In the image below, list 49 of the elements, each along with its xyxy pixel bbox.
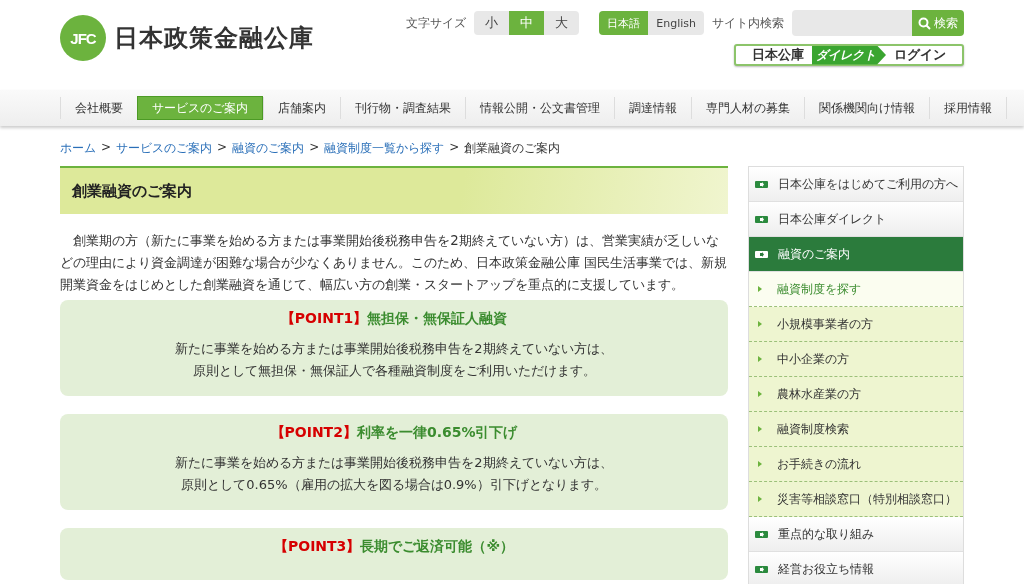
nav-tab[interactable]: 関係機関向け情報: [804, 97, 929, 119]
breadcrumb-separator: >: [449, 140, 460, 156]
intro-paragraph: 創業期の方（新たに事業を始める方または事業開始後税務申告を2期終えていない方）は、営業実績が乏しいなどの理由により資金調達が困難な場合が少なくありません。このため、日本政策金融公庫 国民生活事業では、新規開業資金をはじめとした創業融資を通じて、幅広い方の創業・スタートアップを重点的に支援しています。: [60, 232, 728, 294]
point-title: 【POINT3】長期でご返済可能（※）: [273, 538, 515, 556]
breadcrumb-separator: >: [101, 140, 112, 156]
sidebar-item[interactable]: 小規模事業者の方: [749, 307, 963, 342]
search-field[interactable]: [792, 10, 912, 36]
point-title: 【POINT1】無担保・無保証人融資: [279, 310, 509, 328]
breadcrumb-link[interactable]: 融資制度一覧から探す: [324, 140, 445, 157]
arrow-icon: [757, 391, 763, 397]
font-size-option[interactable]: 小: [474, 11, 510, 35]
point-text: 原則として0.65%（雇用の拡大を図る場合は0.9%）引下げとなります。: [180, 476, 608, 494]
arrow-icon: [757, 321, 763, 327]
arrow-icon: [757, 496, 763, 502]
sidebar-item[interactable]: 融資制度検索: [749, 412, 963, 447]
arrow-icon: [757, 461, 763, 467]
search-icon: [918, 16, 931, 30]
sidebar-item[interactable]: 融資のご案内: [749, 237, 963, 272]
logo-name[interactable]: 日本政策金融公庫: [114, 22, 314, 54]
breadcrumb-link[interactable]: 融資のご案内: [232, 140, 305, 157]
arrow-icon: [757, 286, 763, 292]
sidebar-item[interactable]: 農林水産業の方: [749, 377, 963, 412]
point-text: 新たに事業を始める方または事業開始後税務申告を2期終えていない方は、: [174, 454, 614, 472]
page-title: 創業融資のご案内: [60, 166, 728, 214]
nav-tab[interactable]: 情報公開・公文書管理: [465, 97, 614, 119]
arrow-icon: [757, 356, 763, 362]
point-text: 原則として無担保・無保証人で各種融資制度をご利用いただけます。: [191, 362, 597, 380]
font-size-label: 文字サイズ: [406, 14, 467, 32]
sidebar-item[interactable]: 災害等相談窓口（特別相談窓口）: [749, 482, 963, 517]
point-text: 新たに事業を始める方または事業開始後税務申告を2期終えていない方は、: [174, 340, 614, 358]
nav-tab[interactable]: 刊行物・調査結果: [340, 97, 465, 119]
sidebar-item[interactable]: 融資制度を探す: [749, 272, 963, 307]
nav-tab[interactable]: 調達情報: [614, 97, 691, 119]
nav-tab[interactable]: 店舗案内: [263, 97, 340, 119]
arrow-icon: [757, 426, 763, 432]
breadcrumb-link[interactable]: ホーム: [60, 140, 96, 157]
nav-tab[interactable]: 採用情報: [929, 97, 1007, 119]
font-size-option[interactable]: 大: [544, 11, 580, 35]
nav-tab[interactable]: 専門人材の募集: [691, 97, 804, 119]
point-title: 【POINT2】利率を一律0.65%引下げ: [269, 424, 519, 442]
search-label: サイト内検索: [712, 14, 784, 32]
sidebar-item[interactable]: 中小企業の方: [749, 342, 963, 377]
breadcrumb-link[interactable]: サービスのご案内: [116, 140, 213, 157]
login-button[interactable]: 日本公庫 ダイレクト ログイン: [734, 44, 964, 66]
breadcrumb-separator: >: [309, 140, 320, 156]
sidebar-item[interactable]: お手続きの流れ: [749, 447, 963, 482]
breadcrumb-current: 創業融資のご案内: [464, 140, 561, 157]
breadcrumb-separator: >: [217, 140, 228, 156]
language-option[interactable]: English: [648, 11, 704, 35]
